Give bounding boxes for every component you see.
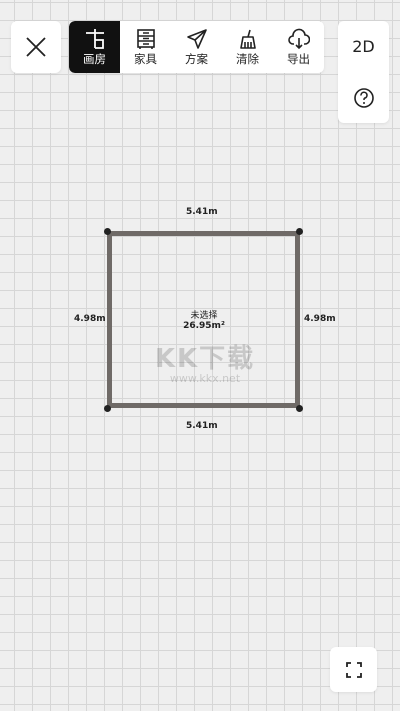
cloud-download-icon (287, 28, 310, 49)
tool-furniture[interactable]: 家具 (120, 21, 171, 73)
dimension-bottom: 5.41m (186, 421, 218, 431)
corner-handle-bottom-right[interactable] (296, 405, 303, 412)
tool-label: 方案 (185, 51, 208, 66)
tool-plan[interactable]: 方案 (171, 21, 222, 73)
corner-handle-bottom-left[interactable] (104, 405, 111, 412)
close-button[interactable] (11, 21, 61, 73)
fit-view-button[interactable] (330, 647, 377, 692)
close-icon (26, 37, 46, 57)
tool-export[interactable]: 导出 (273, 21, 324, 73)
tool-label: 画房 (83, 51, 106, 66)
tool-label: 家具 (134, 51, 157, 66)
tool-label: 清除 (236, 51, 259, 66)
room-info: 未选择 26.95m² (150, 308, 258, 331)
draw-room-icon (85, 28, 104, 49)
dimension-top: 5.41m (186, 207, 218, 217)
top-toolbar: 画房 家具 方案 清除 导出 (69, 21, 324, 73)
room-name: 未选择 (190, 311, 218, 321)
dimension-left: 4.98m (74, 314, 106, 324)
broom-icon (239, 29, 256, 49)
paper-plane-icon (186, 28, 207, 49)
view-mode-toggle[interactable]: 2D (338, 21, 389, 72)
tool-clear[interactable]: 清除 (222, 21, 273, 73)
fit-screen-icon (345, 661, 362, 678)
room-area: 26.95m² (183, 321, 225, 331)
help-button[interactable] (338, 72, 389, 123)
watermark-main: KK下载 (154, 344, 256, 374)
dimension-right: 4.98m (304, 314, 336, 324)
corner-handle-top-right[interactable] (296, 228, 303, 235)
tool-label: 导出 (287, 51, 310, 66)
cabinet-icon (136, 28, 155, 49)
question-circle-icon (353, 87, 374, 108)
watermark: KK下载 www.kkx.net (140, 338, 270, 385)
side-panel: 2D (338, 21, 389, 123)
tool-draw-room[interactable]: 画房 (69, 21, 120, 73)
corner-handle-top-left[interactable] (104, 228, 111, 235)
